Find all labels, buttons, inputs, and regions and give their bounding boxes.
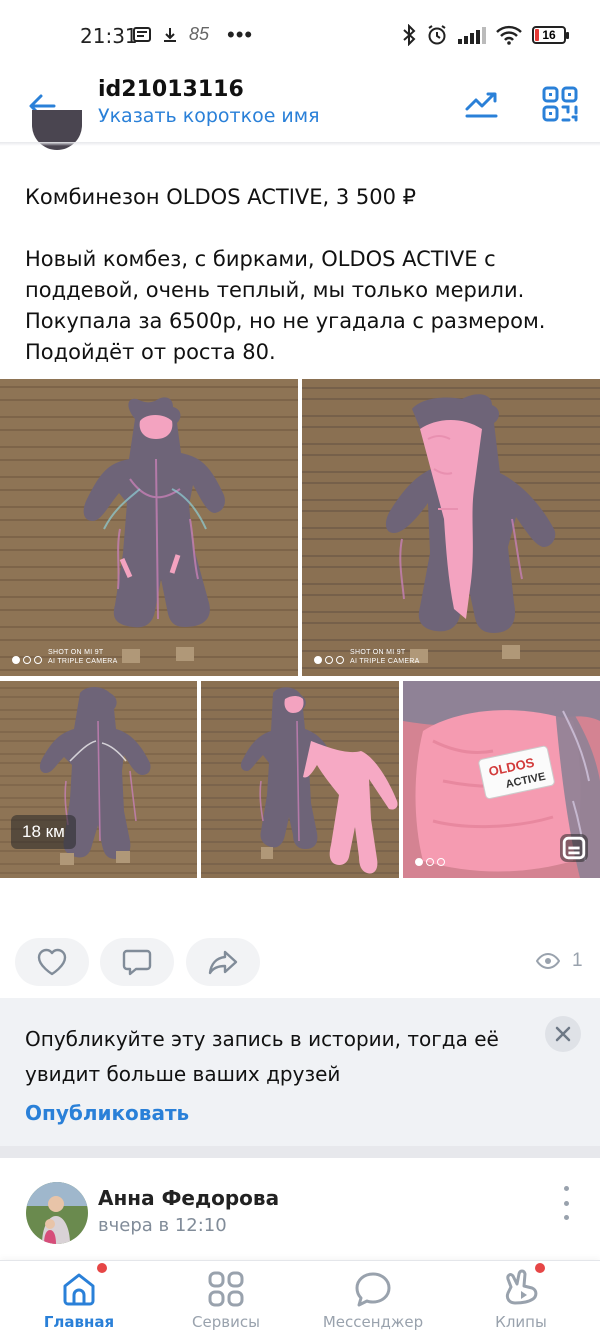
set-short-name-link[interactable]: Указать короткое имя (98, 105, 320, 127)
post-title: Комбинезон OLDOS ACTIVE, 3 500 ₽ (25, 185, 417, 209)
notification-85-icon: 85 (189, 24, 210, 44)
message-icon (133, 26, 151, 42)
publish-link[interactable]: Опубликовать (25, 1101, 189, 1125)
home-icon (63, 1273, 95, 1306)
bluetooth-icon (403, 24, 416, 46)
photo-3[interactable]: 18 км (0, 681, 197, 878)
messenger-icon (355, 1272, 391, 1307)
album-icon (562, 836, 586, 860)
banner-text: Опубликуйте эту запись в истории, тогда … (25, 1027, 499, 1086)
download-icon (164, 27, 176, 42)
bottom-tab-bar: Главная Сервисы Мессенджер Клипы (0, 1260, 600, 1332)
publish-to-story-banner: Опубликуйте эту запись в истории, тогда … (0, 998, 600, 1146)
tab-messenger[interactable]: Мессенджер (298, 1261, 448, 1332)
views-count: 1 (572, 950, 583, 971)
photo-watermark: SHOT ON MI 9T AI TRIPLE CAMERA (350, 649, 420, 665)
close-icon (555, 1026, 571, 1042)
post-time: вчера в 12:10 (98, 1215, 227, 1236)
more-dots-icon: ••• (227, 21, 254, 47)
qr-code-button[interactable] (540, 84, 580, 124)
status-bar: 21:31 85 ••• 16 (0, 0, 600, 72)
photo-5[interactable]: OLDOS ACTIVE (403, 681, 600, 878)
photo-4[interactable] (201, 681, 399, 878)
post-body: Новый комбез, с бирками, OLDOS ACTIVE с … (25, 247, 546, 364)
carousel-dots (12, 656, 42, 664)
feed-separator (0, 1146, 600, 1158)
share-button[interactable] (186, 938, 260, 986)
header: id21013116 Указать короткое имя (0, 72, 600, 144)
services-icon (208, 1271, 244, 1307)
alarm-icon (428, 25, 446, 45)
notification-dot (535, 1263, 545, 1273)
stats-button[interactable] (462, 84, 502, 124)
carousel-dots (314, 656, 344, 664)
heart-icon (37, 948, 67, 976)
carousel-dots (415, 858, 445, 866)
post-text: Комбинезон OLDOS ACTIVE, 3 500 ₽ Новый к… (25, 182, 585, 368)
photo-1[interactable]: SHOT ON MI 9T AI TRIPLE CAMERA (0, 379, 298, 676)
page-title: id21013116 (98, 77, 244, 102)
clips-icon (505, 1269, 538, 1305)
album-button[interactable] (560, 834, 588, 862)
views-counter: 1 (536, 950, 583, 972)
distance-badge: 18 км (11, 815, 76, 849)
tab-services[interactable]: Сервисы (151, 1261, 301, 1332)
like-button[interactable] (15, 938, 89, 986)
notification-dot (97, 1263, 107, 1273)
comment-button[interactable] (100, 938, 174, 986)
trending-up-icon (465, 92, 498, 118)
battery-icon: 16 (532, 26, 569, 44)
tab-clips[interactable]: Клипы (446, 1261, 596, 1332)
comment-icon (122, 949, 152, 976)
more-options-button[interactable] (558, 1186, 574, 1220)
avatar[interactable] (26, 1182, 88, 1244)
signal-icon (458, 27, 486, 44)
photo-watermark: SHOT ON MI 9T AI TRIPLE CAMERA (48, 649, 118, 665)
wifi-icon (496, 25, 522, 45)
post-author-name[interactable]: Анна Федорова (98, 1186, 279, 1210)
tab-home[interactable]: Главная (4, 1261, 154, 1332)
share-icon (208, 950, 238, 975)
status-time: 21:31 (80, 24, 138, 48)
qr-code-icon (542, 86, 578, 122)
eye-icon (536, 953, 560, 969)
photo-2[interactable]: SHOT ON MI 9T AI TRIPLE CAMERA (302, 379, 600, 676)
banner-close-button[interactable] (545, 1016, 581, 1052)
